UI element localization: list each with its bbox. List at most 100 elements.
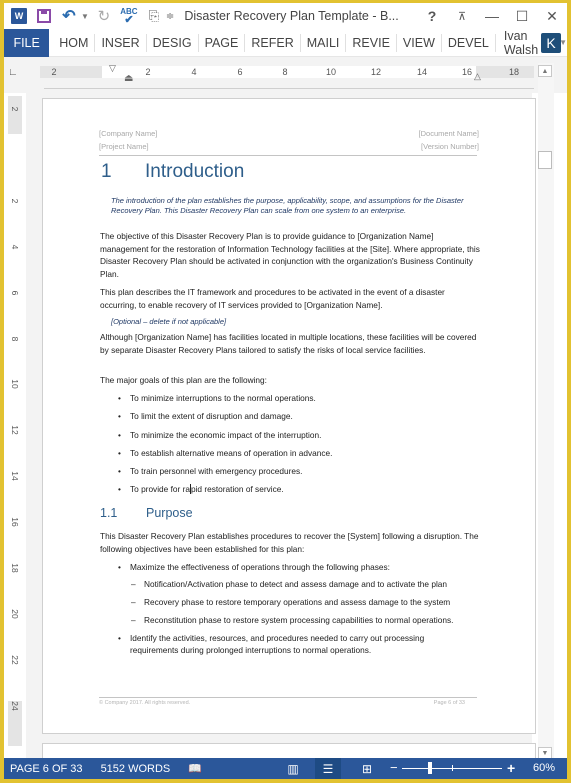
- list-item: • Maximize the effectiveness of operation…: [118, 562, 390, 572]
- zoom-in-icon[interactable]: +: [507, 760, 515, 776]
- ruler-tick: 14: [416, 67, 428, 77]
- goals-intro-paragraph: The major goals of this plan are the fol…: [100, 375, 267, 385]
- list-item: • To minimize the economic impact of the …: [118, 430, 322, 440]
- title-bar: W ↶ ▼ ↻ ABC ✔ ⎘ ≑ Disaster Recovery Plan …: [4, 3, 567, 29]
- left-margin-region: [40, 66, 102, 78]
- right-margin-region: [476, 66, 534, 78]
- list-item: • To minimize interruptions to the normal…: [118, 393, 316, 403]
- ruler-tick: 22: [10, 655, 20, 665]
- ruler-tick: 2: [145, 67, 151, 77]
- tab-references[interactable]: REFER: [245, 33, 301, 52]
- ruler-tick: 10: [325, 67, 337, 77]
- word-icon[interactable]: W: [8, 5, 30, 27]
- undo-icon[interactable]: ↶: [58, 5, 80, 27]
- header-document-name: [Document Name]: [418, 129, 479, 138]
- tab-view[interactable]: VIEW: [397, 33, 442, 52]
- tab-insert[interactable]: INSER: [95, 33, 147, 52]
- ruler-divider: [44, 88, 534, 89]
- customize-toolbar-icon[interactable]: ≑: [166, 11, 174, 22]
- ruler-tick: 6: [237, 67, 243, 77]
- tab-design[interactable]: DESIG: [147, 33, 199, 52]
- quick-access-toolbar: W ↶ ▼ ↻ ABC ✔ ⎘ ≑: [4, 3, 178, 29]
- tab-stop-selector-icon[interactable]: ∟: [8, 67, 22, 81]
- tab-developer[interactable]: DEVEL: [442, 33, 496, 52]
- maximize-icon[interactable]: ☐: [507, 3, 537, 29]
- ruler-tick: 10: [10, 379, 20, 389]
- ruler-tick: 6: [10, 290, 20, 296]
- objective-paragraph: The objective of this Disaster Recovery …: [100, 231, 480, 279]
- ruler-tick: 4: [191, 67, 197, 77]
- ruler-tick: 12: [370, 67, 382, 77]
- tab-file[interactable]: FILE: [4, 28, 50, 57]
- tab-home[interactable]: HOM: [53, 33, 96, 52]
- framework-paragraph: This plan describes the IT framework and…: [100, 287, 445, 310]
- hanging-indent-marker[interactable]: ⏏: [124, 73, 133, 84]
- right-indent-marker[interactable]: △: [474, 71, 481, 82]
- footer-page-number: Page 6 of 33: [433, 700, 465, 706]
- footer-divider: [99, 697, 477, 698]
- ruler-tick: 18: [508, 67, 520, 77]
- footer-copyright: © Company 2017. All rights reserved.: [99, 700, 191, 706]
- page-header-line-2: [Project Name] [Version Number]: [99, 142, 479, 151]
- vertical-ruler[interactable]: 2 2 4 6 8 10 12 14 16 18 20 22 24: [8, 96, 22, 746]
- proofing-errors-icon[interactable]: 📖: [188, 762, 202, 775]
- ruler-tick: 14: [10, 471, 20, 481]
- ruler-tick: 16: [10, 517, 20, 527]
- word-count[interactable]: 5152 WORDS: [101, 763, 171, 775]
- window-controls: ? ⊼ — ☐ ✕: [417, 3, 567, 29]
- redo-icon[interactable]: ↻: [93, 5, 115, 27]
- print-layout-icon[interactable]: ☰: [315, 758, 341, 779]
- page-count[interactable]: PAGE 6 OF 33: [10, 763, 83, 775]
- vertical-scrollbar[interactable]: ▲ ▼: [538, 63, 554, 761]
- avatar[interactable]: K: [541, 33, 561, 53]
- document-canvas: [Company Name] [Document Name] [Project …: [26, 93, 536, 773]
- status-bar: PAGE 6 OF 33 5152 WORDS 📖 ▥ ☰ ⊞ − + 60%: [4, 758, 567, 779]
- ruler-tick: 2: [51, 67, 57, 77]
- heading-introduction: 1 Introduction: [101, 161, 244, 183]
- spelling-check-icon[interactable]: ABC ✔: [118, 5, 140, 27]
- zoom-out-icon[interactable]: −: [390, 760, 398, 775]
- header-version-number: [Version Number]: [421, 142, 479, 151]
- sub-list-item: – Reconstitution phase to restore system …: [131, 615, 454, 625]
- ruler-tick: 2: [10, 198, 20, 204]
- ruler-tick: 24: [10, 701, 20, 711]
- minimize-icon[interactable]: —: [477, 3, 507, 29]
- ruler-tick: 8: [10, 336, 20, 342]
- close-icon[interactable]: ✕: [537, 3, 567, 29]
- first-line-indent-marker[interactable]: ▽: [109, 63, 116, 74]
- scrollbar-thumb[interactable]: [538, 151, 552, 169]
- ruler-tick: 4: [10, 244, 20, 250]
- sub-list-item: – Notification/Activation phase to detect…: [131, 579, 448, 589]
- ruler-tick: 12: [10, 425, 20, 435]
- text-cursor: [189, 484, 191, 494]
- document-page[interactable]: [Company Name] [Document Name] [Project …: [42, 98, 536, 734]
- page-footer: © Company 2017. All rights reserved. Pag…: [99, 700, 477, 706]
- scroll-up-icon[interactable]: ▲: [538, 65, 552, 77]
- tab-mailings[interactable]: MAILI: [301, 33, 347, 52]
- purpose-paragraph: This Disaster Recovery Plan establishes …: [100, 531, 479, 554]
- save-icon[interactable]: [33, 5, 55, 27]
- zoom-slider-thumb[interactable]: [427, 762, 432, 774]
- list-item: • To limit the extent of disruption and d…: [118, 411, 293, 421]
- ribbon-tabs: FILE HOM INSER DESIG PAGE REFER MAILI RE…: [4, 28, 567, 57]
- ruler-tick: 8: [282, 67, 288, 77]
- list-item: • To train personnel with emergency proce…: [118, 466, 303, 476]
- intro-guidance-note: The introduction of the plan establishes…: [111, 196, 464, 215]
- help-icon[interactable]: ?: [417, 3, 447, 29]
- heading-text: Introduction: [145, 161, 245, 182]
- undo-dropdown-icon[interactable]: ▼: [81, 12, 89, 21]
- touch-mode-icon[interactable]: ⎘: [143, 5, 165, 27]
- zoom-level[interactable]: 60%: [533, 762, 555, 774]
- ribbon-display-options-icon[interactable]: ⊼: [447, 3, 477, 29]
- tab-review[interactable]: REVIE: [346, 33, 397, 52]
- read-mode-icon[interactable]: ▥: [280, 758, 306, 779]
- list-item: • Identify the activities, resources, and…: [118, 633, 425, 655]
- heading-number: 1.1: [100, 506, 118, 520]
- heading-purpose: 1.1 Purpose: [100, 506, 193, 520]
- list-item: • To provide for rapid restoration of ser…: [118, 484, 284, 494]
- facilities-paragraph: Although [Organization Name] has facilit…: [100, 332, 477, 355]
- page-header-line-1: [Company Name] [Document Name]: [99, 129, 479, 138]
- zoom-slider-midpoint: [452, 765, 453, 771]
- tab-page-layout[interactable]: PAGE: [199, 33, 246, 52]
- web-layout-icon[interactable]: ⊞: [354, 758, 380, 779]
